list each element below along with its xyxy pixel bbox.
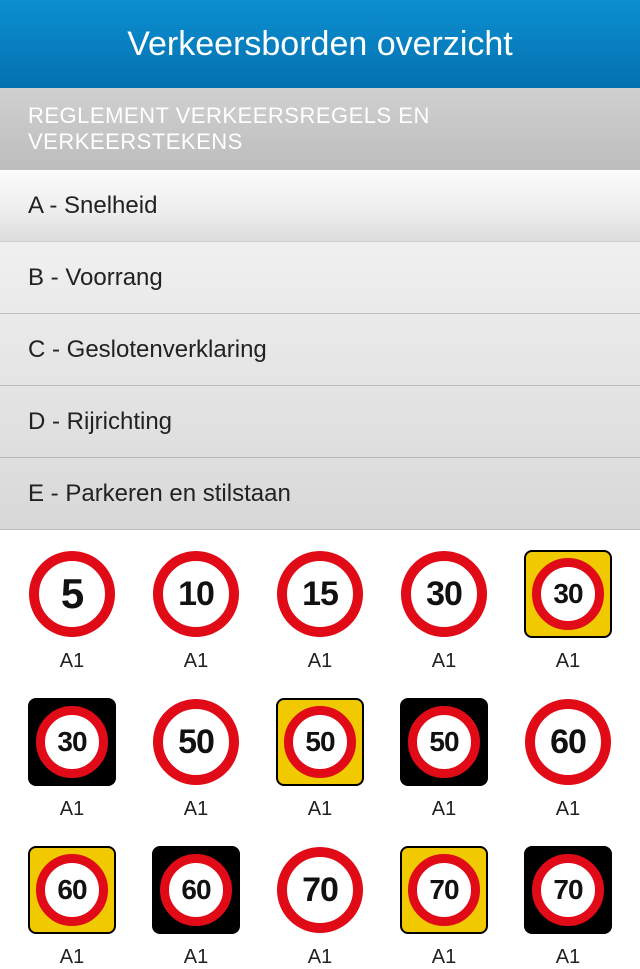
sign-item[interactable]: 30 A1 — [387, 550, 501, 673]
speed-sign-icon: 50 — [276, 698, 364, 786]
sign-item[interactable]: 70 A1 — [511, 846, 625, 969]
speed-sign-icon: 10 — [152, 550, 240, 638]
speed-sign-value: 60 — [36, 854, 108, 926]
speed-sign-icon: 30 — [28, 698, 116, 786]
sign-item[interactable]: 70 A1 — [263, 846, 377, 969]
speed-sign-icon: 50 — [152, 698, 240, 786]
speed-sign-icon: 30 — [524, 550, 612, 638]
sign-label: A1 — [432, 946, 456, 969]
signs-grid: 5A110A115A130A130A130A150A150A150A160A16… — [0, 530, 640, 969]
sign-item[interactable]: 70 A1 — [387, 846, 501, 969]
speed-sign-value: 30 — [532, 558, 604, 630]
speed-sign-icon: 50 — [400, 698, 488, 786]
speed-sign-value: 70 — [532, 854, 604, 926]
speed-sign-value: 30 — [36, 706, 108, 778]
speed-sign-value: 60 — [525, 699, 611, 785]
speed-sign-icon: 60 — [152, 846, 240, 934]
app-header: Verkeersborden overzicht — [0, 0, 640, 88]
category-item-d[interactable]: D - Rijrichting — [0, 386, 640, 458]
speed-sign-value: 70 — [408, 854, 480, 926]
section-header: REGLEMENT VERKEERSREGELS EN VERKEERSTEKE… — [0, 88, 640, 170]
speed-sign-value: 5 — [29, 551, 115, 637]
sign-label: A1 — [60, 650, 84, 673]
sign-item[interactable]: 30 A1 — [511, 550, 625, 673]
speed-sign-icon: 60 — [524, 698, 612, 786]
category-item-b[interactable]: B - Voorrang — [0, 242, 640, 314]
speed-sign-value: 70 — [277, 847, 363, 933]
sign-label: A1 — [184, 650, 208, 673]
sign-label: A1 — [308, 946, 332, 969]
sign-label: A1 — [184, 798, 208, 821]
sign-item[interactable]: 60 A1 — [511, 698, 625, 821]
sign-item[interactable]: 5 A1 — [15, 550, 129, 673]
sign-label: A1 — [308, 798, 332, 821]
sign-label: A1 — [60, 946, 84, 969]
category-item-e[interactable]: E - Parkeren en stilstaan — [0, 458, 640, 530]
sign-label: A1 — [432, 650, 456, 673]
sign-item[interactable]: 50 A1 — [263, 698, 377, 821]
category-label: B - Voorrang — [28, 264, 163, 292]
sign-label: A1 — [556, 798, 580, 821]
sign-label: A1 — [308, 650, 332, 673]
category-list: A - Snelheid B - Voorrang C - Geslotenve… — [0, 170, 640, 530]
speed-sign-icon: 15 — [276, 550, 364, 638]
page-title: Verkeersborden overzicht — [127, 25, 513, 64]
sign-item[interactable]: 15 A1 — [263, 550, 377, 673]
speed-sign-icon: 70 — [276, 846, 364, 934]
sign-label: A1 — [184, 946, 208, 969]
speed-sign-value: 60 — [160, 854, 232, 926]
sign-item[interactable]: 60 A1 — [15, 846, 129, 969]
speed-sign-icon: 70 — [400, 846, 488, 934]
sign-label: A1 — [556, 946, 580, 969]
sign-item[interactable]: 10 A1 — [139, 550, 253, 673]
sign-item[interactable]: 60 A1 — [139, 846, 253, 969]
sign-label: A1 — [432, 798, 456, 821]
category-item-c[interactable]: C - Geslotenverklaring — [0, 314, 640, 386]
speed-sign-icon: 60 — [28, 846, 116, 934]
speed-sign-icon: 30 — [400, 550, 488, 638]
speed-sign-value: 30 — [401, 551, 487, 637]
sign-item[interactable]: 50 A1 — [139, 698, 253, 821]
speed-sign-icon: 70 — [524, 846, 612, 934]
speed-sign-value: 15 — [277, 551, 363, 637]
category-label: D - Rijrichting — [28, 408, 172, 436]
category-label: A - Snelheid — [28, 192, 157, 220]
sign-label: A1 — [556, 650, 580, 673]
speed-sign-value: 10 — [153, 551, 239, 637]
category-item-a[interactable]: A - Snelheid — [0, 170, 640, 242]
section-title: REGLEMENT VERKEERSREGELS EN VERKEERSTEKE… — [28, 103, 612, 155]
speed-sign-value: 50 — [284, 706, 356, 778]
speed-sign-value: 50 — [408, 706, 480, 778]
category-label: E - Parkeren en stilstaan — [28, 480, 291, 508]
sign-label: A1 — [60, 798, 84, 821]
category-label: C - Geslotenverklaring — [28, 336, 267, 364]
speed-sign-value: 50 — [153, 699, 239, 785]
sign-item[interactable]: 30 A1 — [15, 698, 129, 821]
sign-item[interactable]: 50 A1 — [387, 698, 501, 821]
speed-sign-icon: 5 — [28, 550, 116, 638]
